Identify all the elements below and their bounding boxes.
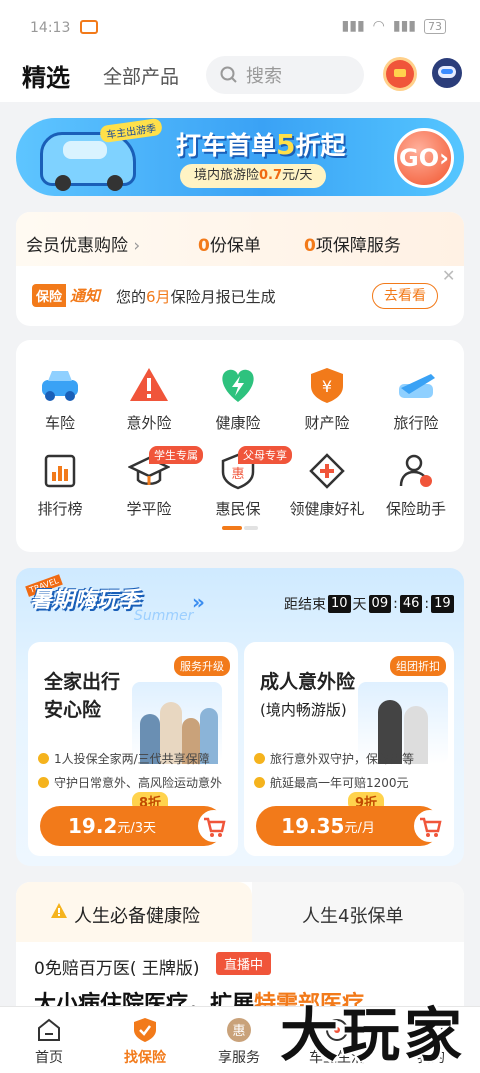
summer-campaign: TRAVEL 暑期嗨玩季 Summer » 距结束 10 天 09: 46: 19… bbox=[16, 568, 464, 866]
tab-four-policies[interactable]: 人生4张保单 bbox=[252, 882, 464, 942]
member-summary: 会员优惠购险 › 0份保单 0项保障服务 bbox=[16, 212, 464, 266]
category-grid: 车险 意外险 健康险 ¥ 财产险 旅行险 排行榜 学生专属 学平险 父母专享 惠… bbox=[16, 340, 464, 552]
search-input[interactable]: 搜索 bbox=[206, 56, 364, 94]
tool-ranking[interactable]: 排行榜 bbox=[16, 452, 104, 519]
status-indicators: ▮▮▮ ◠ ▮▮▮ 73 bbox=[342, 18, 446, 34]
cart-icon[interactable] bbox=[414, 810, 446, 842]
red-envelope-icon[interactable] bbox=[386, 60, 414, 88]
go-button[interactable]: GO› bbox=[394, 128, 454, 188]
cell-signal-icon: ▮▮▮ bbox=[392, 18, 416, 34]
card-feature: 航延最高一年可赔1200元 bbox=[254, 774, 409, 791]
top-header: 精选 全部产品 搜索 bbox=[0, 50, 480, 102]
wifi-icon: ◠ bbox=[372, 18, 385, 34]
cart-icon[interactable] bbox=[198, 810, 230, 842]
tab-all-products[interactable]: 全部产品 bbox=[103, 62, 179, 89]
person-icon bbox=[395, 452, 437, 490]
svg-text:¥: ¥ bbox=[322, 377, 332, 396]
svg-text:惠: 惠 bbox=[232, 1024, 245, 1039]
search-icon bbox=[220, 66, 237, 83]
heart-bolt-icon bbox=[217, 366, 259, 404]
promo-banner[interactable]: 车主出游季 打车首单5折起 境内旅游险0.7元/天 GO› bbox=[16, 118, 464, 196]
services-count[interactable]: 0项保障服务 bbox=[304, 231, 401, 256]
member-discount-link[interactable]: 会员优惠购险 › bbox=[26, 231, 140, 256]
svg-text:惠: 惠 bbox=[231, 467, 244, 482]
banner-tag: 车主出游季 bbox=[99, 118, 163, 144]
category-travel-insurance[interactable]: 旅行险 bbox=[372, 366, 460, 433]
card-title: 成人意外险 (境内畅游版) bbox=[260, 671, 356, 719]
banner-headline: 打车首单5折起 bbox=[176, 128, 346, 161]
car-icon bbox=[39, 366, 81, 404]
category-health-insurance[interactable]: 健康险 bbox=[194, 366, 282, 433]
tab-essential-health[interactable]: 人生必备健康险 bbox=[16, 882, 252, 942]
countdown-hours: 09 bbox=[368, 595, 392, 613]
plus-diamond-icon bbox=[306, 452, 348, 490]
price-button[interactable]: 19.35 元/月 bbox=[256, 806, 440, 846]
home-icon bbox=[36, 1017, 62, 1043]
plane-icon bbox=[395, 366, 437, 404]
signal-icon: ▮▮▮ bbox=[341, 18, 365, 34]
close-icon[interactable]: ✕ bbox=[442, 266, 455, 285]
nav-find-insurance[interactable]: 找保险 bbox=[110, 1017, 180, 1067]
live-badge[interactable]: 直播中 bbox=[216, 952, 272, 975]
tool-health-gift[interactable]: 领健康好礼 bbox=[283, 452, 371, 519]
student-ribbon: 学生专属 bbox=[149, 446, 203, 464]
tool-insurance-assistant[interactable]: 保险助手 bbox=[372, 452, 460, 519]
tool-student-insurance[interactable]: 学生专属 学平险 bbox=[105, 446, 203, 519]
alert-icon bbox=[51, 903, 67, 918]
campaign-script: Summer bbox=[134, 608, 194, 624]
parents-ribbon: 父母专享 bbox=[238, 446, 292, 464]
shield-check-icon bbox=[132, 1017, 158, 1043]
banner-subtitle: 境内旅游险0.7元/天 bbox=[180, 164, 327, 188]
status-time: 14:13 bbox=[30, 20, 71, 36]
member-card: 会员优惠购险 › 0份保单 0项保障服务 保险 通知 您的6月保险月报已生成 去看… bbox=[16, 212, 464, 326]
countdown-timer: 距结束 10 天 09: 46: 19 bbox=[284, 594, 454, 614]
robot-avatar-icon[interactable] bbox=[432, 58, 462, 88]
card-feature: 1人投保全家两/三代共享保障 bbox=[38, 750, 210, 767]
warning-icon bbox=[128, 366, 170, 404]
tool-huiminbao[interactable]: 父母专享 惠 惠民保 bbox=[194, 446, 292, 519]
countdown-seconds: 19 bbox=[431, 595, 454, 613]
hui-icon: 惠 bbox=[226, 1017, 252, 1043]
category-car-insurance[interactable]: 车险 bbox=[16, 366, 104, 433]
battery-icon: 73 bbox=[424, 18, 446, 34]
tab-featured[interactable]: 精选 bbox=[22, 58, 72, 95]
chart-icon bbox=[39, 452, 81, 490]
product-card-adult-accident[interactable]: 组团折扣 成人意外险 (境内畅游版) 旅行意外双守护，保猝死等 航延最高一年可赔1… bbox=[244, 642, 454, 856]
category-property-insurance[interactable]: ¥ 财产险 bbox=[283, 366, 371, 433]
search-placeholder: 搜索 bbox=[246, 66, 282, 87]
card-tag: 组团折扣 bbox=[390, 656, 446, 676]
countdown-days: 10 bbox=[328, 595, 351, 613]
product-name[interactable]: 0免赔百万医( 王牌版) bbox=[34, 954, 199, 979]
card-feature: 旅行意外双守护，保猝死等 bbox=[254, 750, 414, 767]
nav-home[interactable]: 首页 bbox=[14, 1017, 84, 1067]
notice-badge: 保险 通知 bbox=[32, 283, 100, 307]
page-indicator bbox=[222, 526, 258, 530]
notice-text: 您的6月保险月报已生成 bbox=[116, 288, 276, 306]
status-bar: 14:13 ▮▮▮ ◠ ▮▮▮ 73 bbox=[0, 0, 480, 50]
price-button[interactable]: 19.2 元/3天 bbox=[40, 806, 224, 846]
app-notification-icon bbox=[80, 20, 98, 34]
card-feature: 守护日常意外、高风险运动意外 bbox=[38, 774, 222, 791]
campaign-title: 暑期嗨玩季 bbox=[30, 588, 141, 613]
watermark: 大玩家 bbox=[279, 1001, 466, 1069]
double-chevron-icon: » bbox=[192, 590, 205, 614]
card-title: 全家出行 安心险 bbox=[44, 671, 121, 721]
card-tag: 服务升级 bbox=[174, 656, 230, 676]
shield-yen-icon: ¥ bbox=[306, 366, 348, 404]
countdown-minutes: 46 bbox=[399, 595, 423, 613]
view-report-button[interactable]: 去看看 bbox=[372, 283, 438, 309]
nav-services[interactable]: 惠 享服务 bbox=[204, 1017, 274, 1067]
policies-count[interactable]: 0份保单 bbox=[198, 231, 261, 256]
category-accident-insurance[interactable]: 意外险 bbox=[105, 366, 193, 433]
product-card-family[interactable]: 服务升级 全家出行 安心险 1人投保全家两/三代共享保障 守护日常意外、高风险运动… bbox=[28, 642, 238, 856]
insurance-notice: 保险 通知 您的6月保险月报已生成 去看看 ✕ bbox=[16, 266, 464, 326]
